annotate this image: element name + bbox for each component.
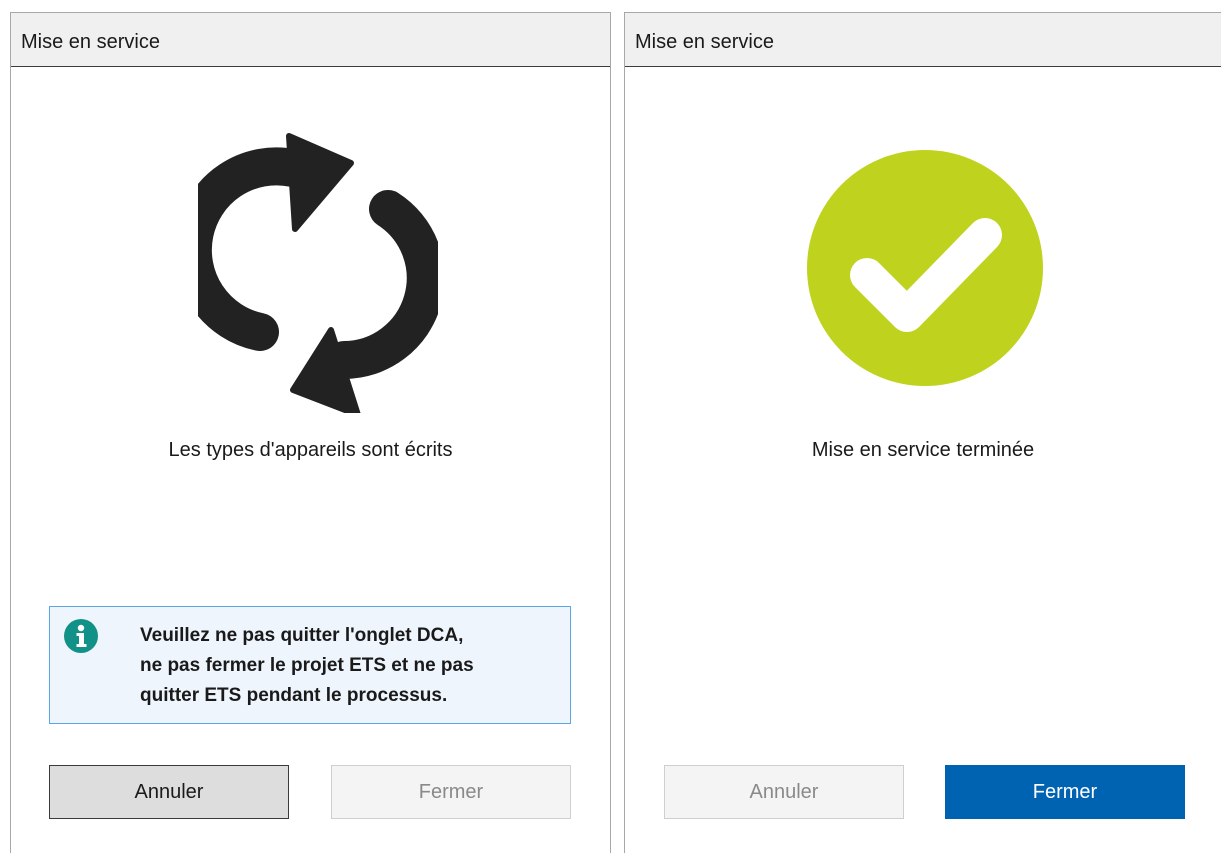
dialog-title: Mise en service [21,31,160,53]
sync-arrows-icon [198,133,438,413]
dialog-header: Mise en service [625,13,1221,67]
close-button[interactable]: Fermer [945,765,1185,819]
close-button-disabled: Fermer [331,765,571,819]
info-line: quitter ETS pendant le processus. [140,685,448,706]
cancel-button-disabled: Annuler [664,765,904,819]
cancel-button[interactable]: Annuler [49,765,289,819]
info-notice: Veuillez ne pas quitter l'onglet DCA, ne… [49,606,571,724]
info-line: Veuillez ne pas quitter l'onglet DCA, [140,625,464,646]
commissioning-dialog-completed: Mise en service Mise en service terminée… [624,12,1221,853]
dialog-header: Mise en service [11,13,610,67]
status-message: Mise en service terminée [811,439,1035,461]
info-icon [64,619,98,653]
info-message: Veuillez ne pas quitter l'onglet DCA, ne… [140,621,560,711]
check-circle-icon [807,150,1043,386]
commissioning-dialog-in-progress: Mise en service Les types d'appareils so… [10,12,611,853]
status-message: Les types d'appareils sont écrits [168,439,453,461]
info-line: ne pas fermer le projet ETS et ne pas [140,655,474,676]
dialog-title: Mise en service [635,31,774,53]
